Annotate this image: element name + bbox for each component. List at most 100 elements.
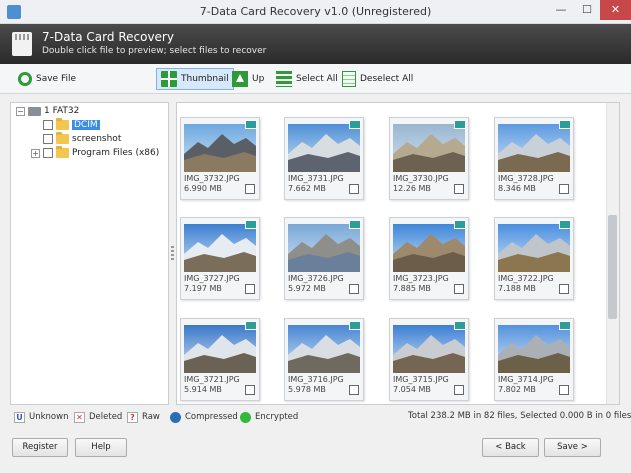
jpeg-type-icon	[349, 220, 361, 229]
save-file-button[interactable]: Save File	[14, 68, 80, 90]
mountain-image	[498, 234, 570, 272]
splitter-handle[interactable]	[171, 246, 174, 260]
deselect-all-button[interactable]: Deselect All	[338, 68, 417, 90]
file-name: IMG_3728.JPG	[498, 174, 554, 183]
legend-label: Encrypted	[255, 412, 299, 422]
file-thumbnail[interactable]: IMG_3732.JPG 6.990 MB	[180, 117, 260, 200]
file-thumbnail[interactable]: IMG_3722.JPG 7.188 MB	[494, 217, 574, 300]
folder-icon	[56, 132, 69, 144]
select-all-button[interactable]: Select All	[272, 68, 342, 90]
tree-checkbox[interactable]	[43, 148, 53, 158]
tree-root[interactable]: − 1 FAT32	[16, 104, 79, 118]
file-size: 12.26 MB	[393, 184, 431, 193]
file-checkbox[interactable]	[245, 184, 255, 194]
tree-item-screenshot[interactable]: screenshot	[43, 132, 121, 146]
scrollbar-thumb[interactable]	[608, 215, 617, 319]
close-button[interactable]: ✕	[600, 0, 631, 20]
file-checkbox[interactable]	[245, 284, 255, 294]
file-size: 5.978 MB	[288, 385, 326, 394]
mountain-image	[288, 234, 360, 272]
file-name: IMG_3721.JPG	[184, 375, 240, 384]
file-thumbnail[interactable]: IMG_3716.JPG 5.978 MB	[284, 318, 364, 401]
folder-icon	[56, 118, 69, 130]
maximize-button[interactable]: ☐	[574, 0, 600, 20]
file-thumbnail[interactable]: IMG_3730.JPG 12.26 MB	[389, 117, 469, 200]
file-checkbox[interactable]	[349, 184, 359, 194]
mountain-image	[393, 234, 465, 272]
deselect-all-icon	[342, 71, 356, 87]
tree-item-program-files[interactable]: + Program Files (x86)	[31, 146, 159, 160]
minimize-button[interactable]: —	[548, 0, 574, 20]
file-checkbox[interactable]	[559, 184, 569, 194]
file-checkbox[interactable]	[245, 385, 255, 395]
file-checkbox[interactable]	[559, 284, 569, 294]
file-name: IMG_3714.JPG	[498, 375, 554, 384]
photo-preview	[393, 325, 465, 373]
jpeg-type-icon	[454, 321, 466, 330]
back-button[interactable]: < Back	[482, 438, 539, 457]
file-thumbnail[interactable]: IMG_3726.JPG 5.972 MB	[284, 217, 364, 300]
thumbnail-icon	[161, 71, 177, 87]
file-name: IMG_3730.JPG	[393, 174, 449, 183]
photo-preview	[184, 124, 256, 172]
expand-icon[interactable]: +	[31, 148, 40, 158]
mountain-image	[288, 335, 360, 373]
file-checkbox[interactable]	[559, 385, 569, 395]
file-thumbnail[interactable]: IMG_3728.JPG 8.346 MB	[494, 117, 574, 200]
up-arrow-icon	[232, 71, 248, 87]
tree-checkbox[interactable]	[43, 120, 53, 130]
file-size: 5.914 MB	[184, 385, 222, 394]
file-name: IMG_3726.JPG	[288, 274, 344, 283]
jpeg-type-icon	[559, 120, 571, 129]
legend-unknown: U Unknown	[14, 410, 68, 424]
file-thumbnail[interactable]: IMG_3721.JPG 5.914 MB	[180, 318, 260, 401]
file-thumbnail[interactable]: IMG_3715.JPG 7.054 MB	[389, 318, 469, 401]
mountain-image	[498, 134, 570, 172]
file-thumbnail[interactable]: IMG_3727.JPG 7.197 MB	[180, 217, 260, 300]
file-checkbox[interactable]	[454, 385, 464, 395]
legend-label: Compressed	[185, 412, 238, 422]
legend-raw: ? Raw	[127, 410, 160, 424]
encrypted-icon	[240, 411, 251, 423]
file-checkbox[interactable]	[454, 284, 464, 294]
file-size: 7.885 MB	[393, 284, 431, 293]
jpeg-type-icon	[559, 220, 571, 229]
file-size: 7.662 MB	[288, 184, 326, 193]
sd-card-icon	[12, 32, 32, 56]
up-button[interactable]: Up	[228, 68, 268, 90]
mountain-image	[393, 335, 465, 373]
photo-preview	[498, 124, 570, 172]
jpeg-type-icon	[349, 120, 361, 129]
file-thumbnail[interactable]: IMG_3714.JPG 7.802 MB	[494, 318, 574, 401]
up-label: Up	[252, 74, 265, 84]
collapse-icon[interactable]: −	[16, 106, 25, 116]
mountain-image	[184, 335, 256, 373]
save-button[interactable]: Save >	[544, 438, 601, 457]
legend-label: Deleted	[89, 412, 123, 422]
photo-preview	[498, 325, 570, 373]
file-checkbox[interactable]	[349, 284, 359, 294]
register-button[interactable]: Register	[12, 438, 68, 457]
mountain-image	[393, 134, 465, 172]
file-size: 7.054 MB	[393, 385, 431, 394]
file-thumbnail[interactable]: IMG_3723.JPG 7.885 MB	[389, 217, 469, 300]
mountain-image	[184, 234, 256, 272]
photo-preview	[184, 224, 256, 272]
tree-checkbox[interactable]	[43, 134, 53, 144]
file-name: IMG_3716.JPG	[288, 375, 344, 384]
photo-preview	[288, 224, 360, 272]
tree-item-dcim[interactable]: DCIM	[43, 118, 100, 132]
file-size: 5.972 MB	[288, 284, 326, 293]
photo-preview	[288, 124, 360, 172]
photo-preview	[184, 325, 256, 373]
file-size: 7.802 MB	[498, 385, 536, 394]
tree-root-label: 1 FAT32	[44, 106, 80, 116]
file-checkbox[interactable]	[349, 385, 359, 395]
file-checkbox[interactable]	[454, 184, 464, 194]
file-name: IMG_3727.JPG	[184, 274, 240, 283]
thumbnail-button[interactable]: Thumbnail	[156, 68, 234, 90]
help-button[interactable]: Help	[75, 438, 127, 457]
file-name: IMG_3731.JPG	[288, 174, 344, 183]
mountain-image	[288, 134, 360, 172]
file-thumbnail[interactable]: IMG_3731.JPG 7.662 MB	[284, 117, 364, 200]
